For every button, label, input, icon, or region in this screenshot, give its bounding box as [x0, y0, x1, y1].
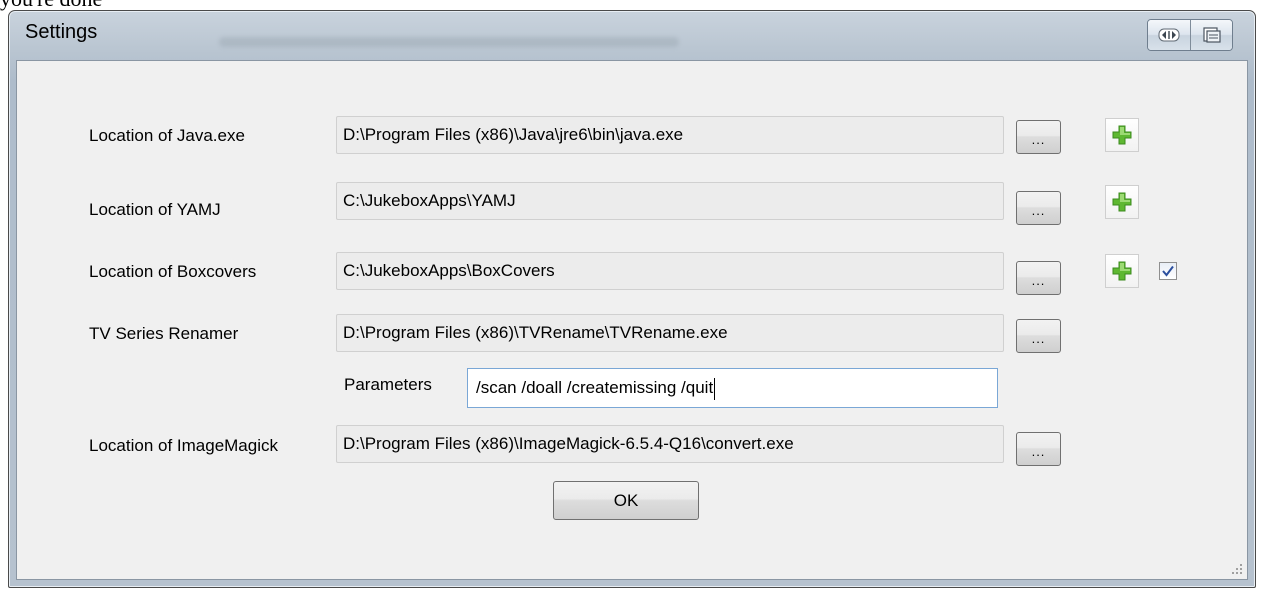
- settings-window: Settings Location of Java.exe D:\Program…: [8, 10, 1256, 588]
- imagemagick-browse-button[interactable]: ...: [1016, 432, 1061, 466]
- imagemagick-location-label: Location of ImageMagick: [89, 436, 278, 455]
- yamj-location-label: Location of YAMJ: [89, 200, 221, 219]
- tv-renamer-browse-button[interactable]: ...: [1016, 319, 1061, 353]
- restore-icon: [1202, 27, 1221, 43]
- yamj-browse-button[interactable]: ...: [1016, 191, 1061, 225]
- java-browse-button[interactable]: ...: [1016, 120, 1061, 154]
- settings-panel: Location of Java.exe D:\Program Files (x…: [16, 60, 1248, 580]
- boxcovers-add-button[interactable]: [1105, 254, 1139, 288]
- plus-icon: [1112, 261, 1132, 281]
- title-bar-glass-blur: [219, 37, 679, 47]
- java-location-field[interactable]: D:\Program Files (x86)\Java\jre6\bin\jav…: [336, 116, 1004, 154]
- plus-icon: [1112, 125, 1132, 145]
- text-caret: [714, 377, 716, 400]
- ok-button[interactable]: OK: [553, 481, 699, 520]
- boxcovers-location-label: Location of Boxcovers: [89, 262, 257, 281]
- parameters-input[interactable]: /scan /doall /createmissing /quit: [467, 368, 998, 408]
- boxcovers-location-field[interactable]: C:\JukeboxApps\BoxCovers: [336, 252, 1004, 290]
- boxcovers-checkbox[interactable]: [1159, 262, 1177, 280]
- snap-button[interactable]: [1148, 20, 1190, 50]
- resize-grip-icon[interactable]: [1231, 563, 1243, 575]
- title-bar-buttons: [1147, 19, 1233, 51]
- yamj-location-field[interactable]: C:\JukeboxApps\YAMJ: [336, 182, 1004, 220]
- snap-icon: [1158, 28, 1180, 42]
- parameters-input-text: /scan /doall /createmissing /quit: [476, 378, 714, 397]
- plus-icon: [1112, 192, 1132, 212]
- restore-button[interactable]: [1190, 20, 1232, 50]
- parameters-label: Parameters: [344, 375, 432, 394]
- yamj-add-button[interactable]: [1105, 185, 1139, 219]
- tv-renamer-label: TV Series Renamer: [89, 324, 239, 343]
- boxcovers-browse-button[interactable]: ...: [1016, 261, 1061, 295]
- java-add-button[interactable]: [1105, 118, 1139, 152]
- checkmark-icon: [1162, 265, 1174, 277]
- java-location-label: Location of Java.exe: [89, 126, 245, 145]
- tv-renamer-field[interactable]: D:\Program Files (x86)\TVRename\TVRename…: [336, 314, 1004, 352]
- window-title: Settings: [25, 21, 98, 43]
- imagemagick-location-field[interactable]: D:\Program Files (x86)\ImageMagick-6.5.4…: [336, 425, 1004, 463]
